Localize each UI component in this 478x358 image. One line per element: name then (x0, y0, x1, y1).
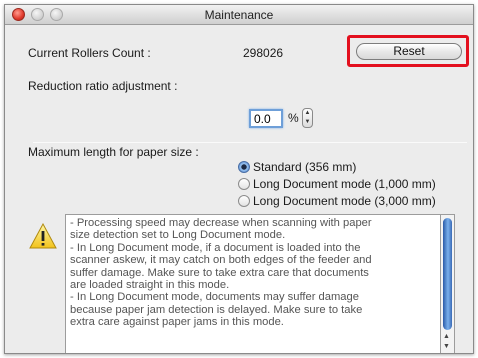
warning-line: are loaded straight in this mode. (70, 279, 230, 292)
reduction-ratio-input[interactable] (249, 109, 283, 128)
title-bar: Maintenance (5, 5, 473, 25)
warning-line: size detection set to Long Document mode… (70, 229, 286, 242)
radio-long-3000[interactable]: Long Document mode (3,000 mm) (238, 194, 436, 208)
reduction-ratio-label: Reduction ratio adjustment : (28, 79, 178, 93)
stepper-down-icon[interactable]: ▼ (303, 118, 312, 127)
section-divider (33, 142, 467, 143)
reduction-ratio-stepper[interactable]: ▲ ▼ (302, 108, 313, 128)
warning-text-area[interactable]: - Processing speed may decrease when sca… (65, 214, 441, 353)
window-title: Maintenance (204, 8, 274, 22)
radio-standard-label: Standard (356 mm) (253, 160, 357, 174)
warning-line: scanner askew, it may catch on both edge… (70, 254, 372, 267)
warning-line: extra care against paper jams in this mo… (70, 316, 284, 329)
scroll-down-icon[interactable]: ▼ (443, 343, 450, 350)
warning-line: - Processing speed may decrease when sca… (70, 217, 372, 229)
warning-line: suffer damage. Make sure to take extra c… (70, 266, 369, 279)
scrollbar-thumb[interactable] (443, 218, 452, 330)
warning-line: - In Long Document mode, if a document i… (70, 241, 361, 254)
rollers-count-label: Current Rollers Count : (28, 46, 151, 60)
warning-icon (29, 223, 57, 249)
max-paper-length-label: Maximum length for paper size : (28, 145, 199, 159)
scroll-up-icon[interactable]: ▲ (443, 333, 450, 340)
radio-long-1000[interactable]: Long Document mode (1,000 mm) (238, 177, 436, 191)
percent-unit: % (288, 111, 299, 125)
radio-unselected-icon[interactable] (238, 178, 250, 190)
warning-line: because paper jam detection is delayed. … (70, 303, 363, 316)
warning-scrollbar[interactable]: ▲ ▼ (441, 214, 455, 353)
stepper-up-icon[interactable]: ▲ (303, 109, 312, 118)
radio-selected-icon[interactable] (238, 161, 250, 173)
maintenance-window: Maintenance Current Rollers Count : 2980… (4, 4, 474, 354)
radio-unselected-icon[interactable] (238, 195, 250, 207)
radio-long-3000-label: Long Document mode (3,000 mm) (253, 194, 436, 208)
warning-line: - In Long Document mode, documents may s… (70, 291, 359, 304)
reset-button[interactable]: Reset (356, 43, 462, 60)
radio-standard[interactable]: Standard (356 mm) (238, 160, 356, 174)
radio-long-1000-label: Long Document mode (1,000 mm) (253, 177, 436, 191)
rollers-count-value: 298026 (243, 46, 284, 60)
